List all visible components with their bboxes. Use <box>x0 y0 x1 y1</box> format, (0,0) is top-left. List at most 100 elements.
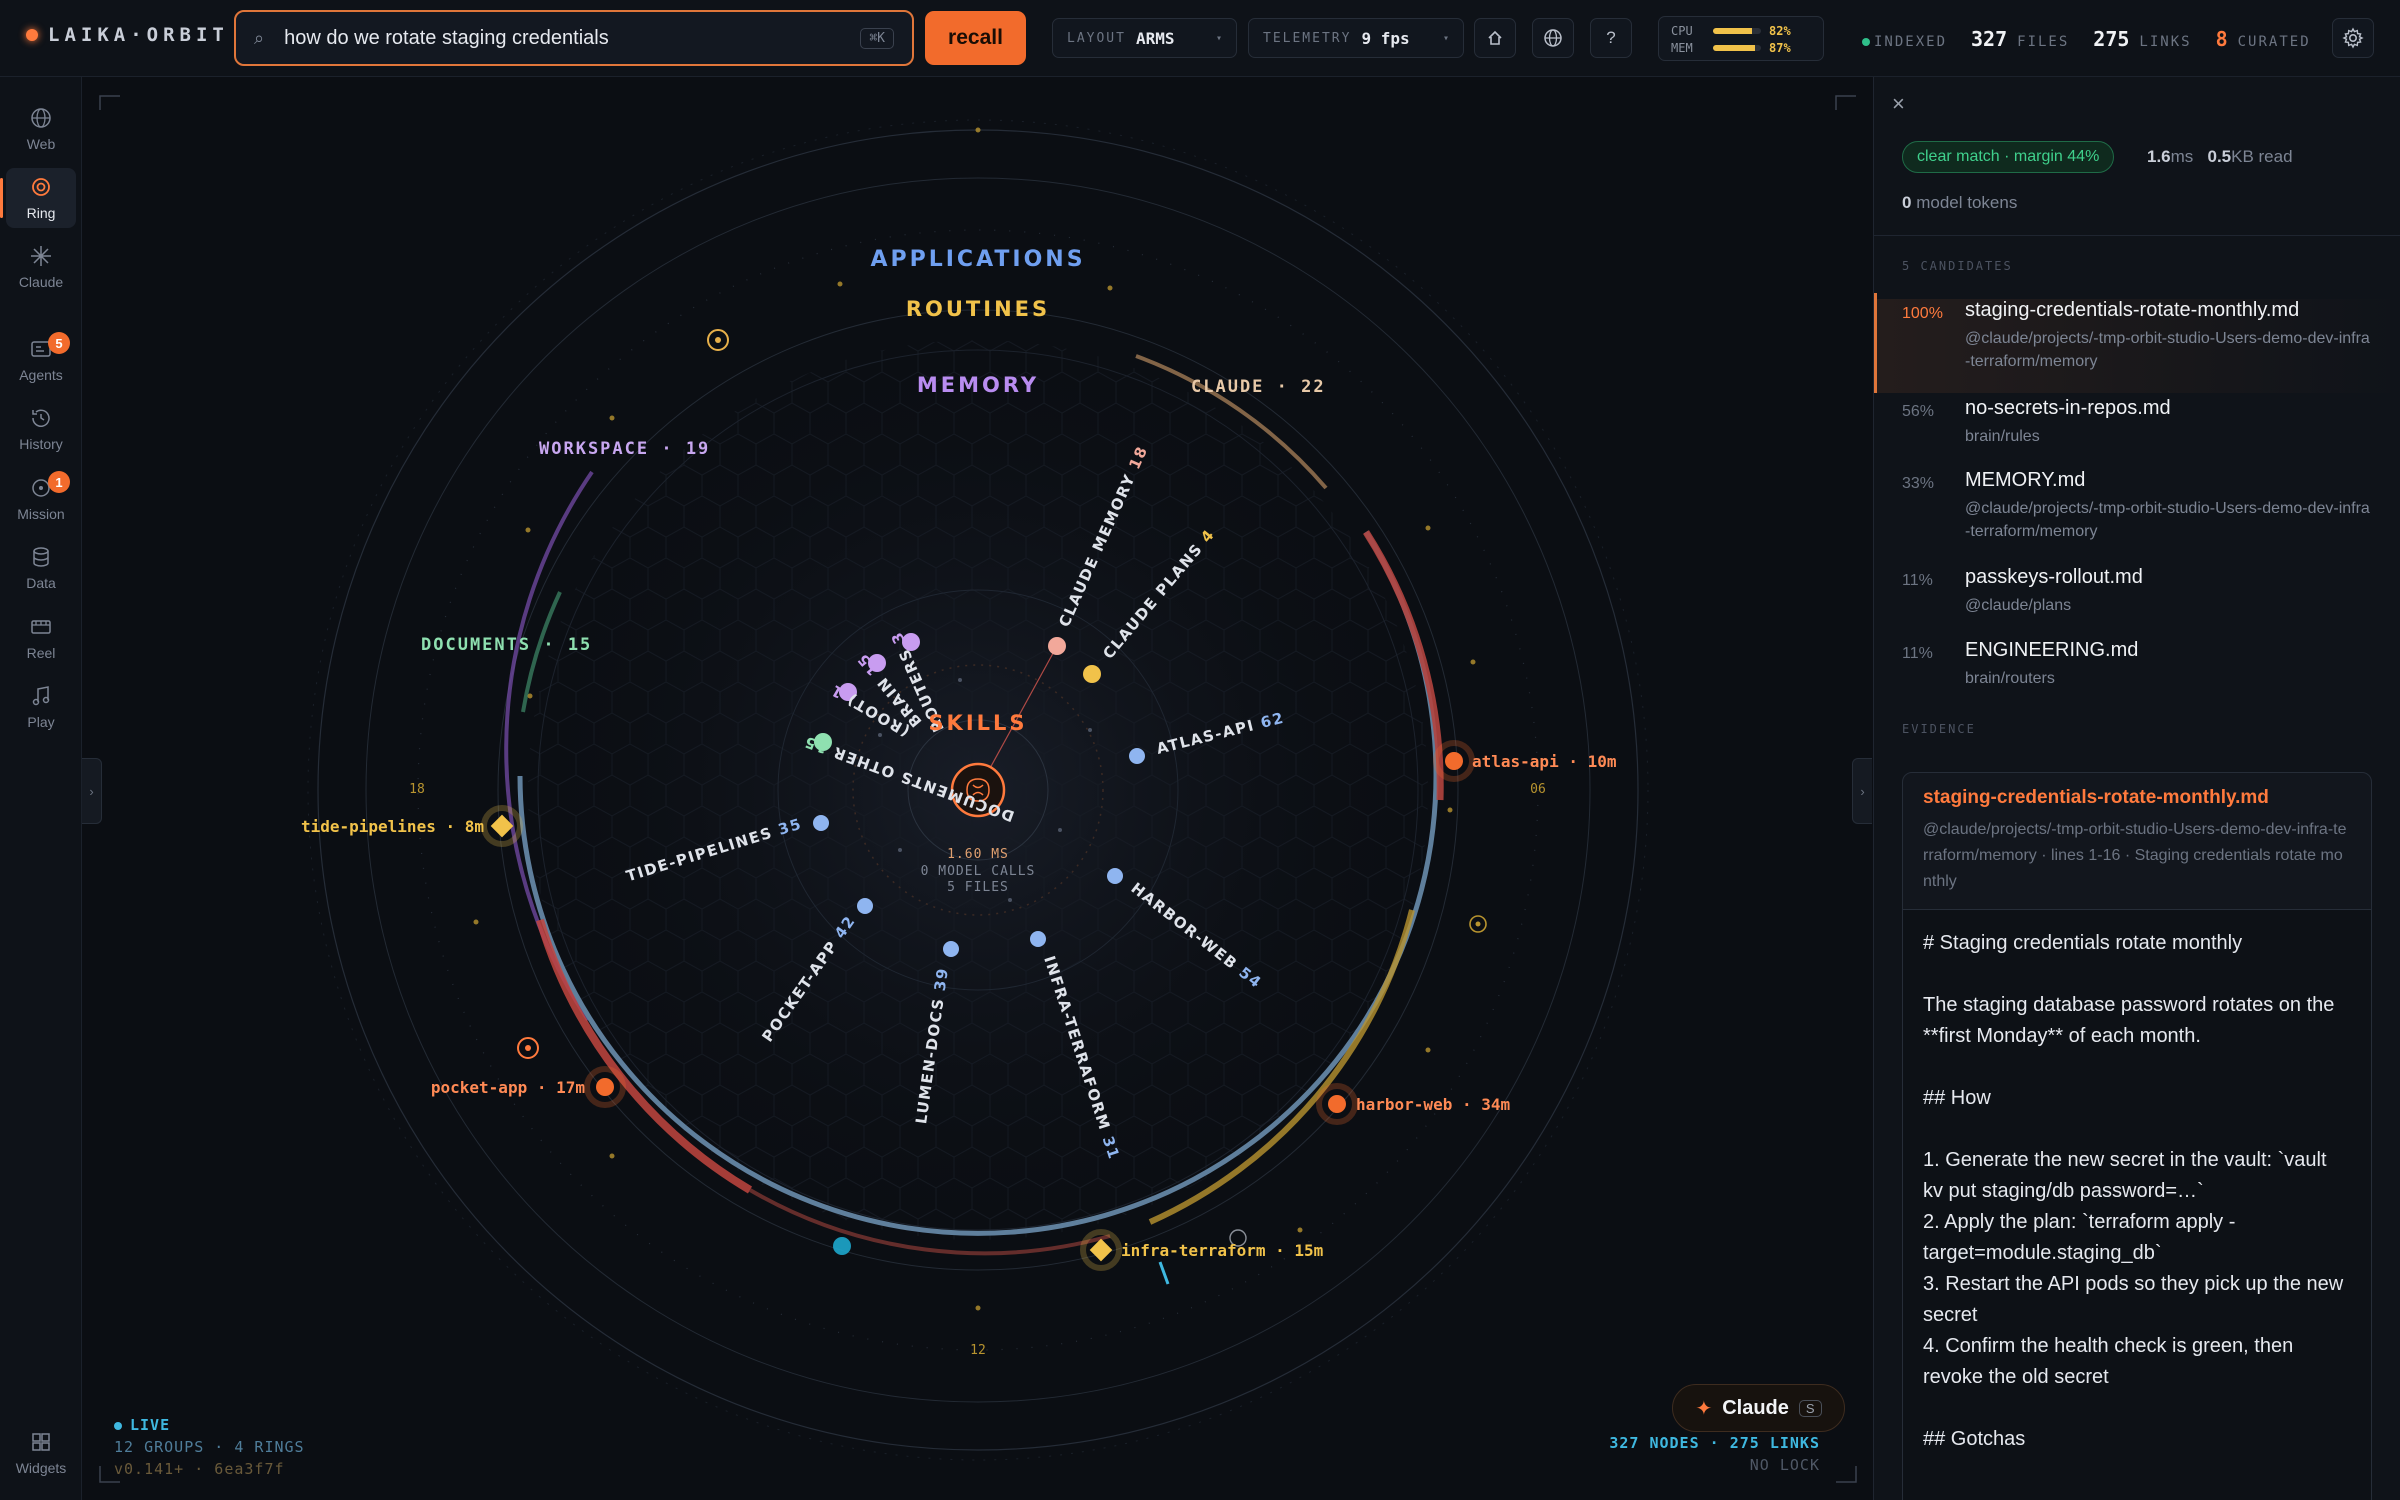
curated-label: CURATED <box>2237 34 2311 50</box>
claude-button[interactable]: ✦ Claude S <box>1672 1384 1845 1432</box>
candidate-score: 56% <box>1902 403 1935 420</box>
evidence-title[interactable]: staging-credentials-rotate-monthly.md <box>1923 787 2351 809</box>
telemetry-select[interactable]: TELEMETRY 9 fps ▾ <box>1248 18 1464 58</box>
help-button[interactable]: ? <box>1590 18 1632 58</box>
sidebar-item-web[interactable]: Web <box>6 99 76 159</box>
home-icon <box>1488 30 1502 45</box>
mem-bar <box>1713 44 1761 51</box>
node-infra-terraform[interactable] <box>1030 931 1046 947</box>
node-claude-plans[interactable] <box>1083 665 1101 683</box>
corner-bracket <box>1836 1466 1857 1483</box>
layout-value: ARMS <box>1135 28 1175 48</box>
globe-button[interactable] <box>1532 18 1574 58</box>
index-status: INDEXED <box>1862 34 1947 50</box>
brand[interactable]: LAIKA·ORBIT <box>26 24 229 46</box>
sidebar-item-label: Reel <box>26 645 56 661</box>
sidebar: Web Ring Claude Agents 5 History Mission… <box>0 77 82 1500</box>
gear-icon <box>2342 27 2364 49</box>
sidebar-item-agents[interactable]: Agents 5 <box>6 330 76 390</box>
candidate-item[interactable]: 100% staging-credentials-rotate-monthly.… <box>1874 293 2400 393</box>
node-claude-memory[interactable] <box>1048 637 1066 655</box>
home-button[interactable] <box>1474 18 1516 58</box>
close-icon[interactable]: × <box>1892 91 1905 117</box>
candidate-item[interactable]: 33% MEMORY.md @claude/projects/-tmp-orbi… <box>1874 469 2400 553</box>
evidence-card[interactable]: staging-credentials-rotate-monthly.md @c… <box>1902 772 2372 1500</box>
recall-button[interactable]: recall <box>925 11 1026 65</box>
node-tide-pipelines[interactable] <box>813 815 829 831</box>
index-status-label: INDEXED <box>1874 34 1948 50</box>
satellite-pocket-app[interactable] <box>596 1078 614 1096</box>
node-lumen-docs[interactable] <box>943 941 959 957</box>
evidence-line: The staging database password rotates on… <box>1923 994 2335 1047</box>
files-count: 327 <box>1971 27 2008 51</box>
core-files: 5 FILES <box>947 880 1009 895</box>
orbit-svg[interactable]: APPLICATIONS ROUTINES MEMORY WORKSPACE ·… <box>83 78 1873 1500</box>
layout-select[interactable]: LAYOUT ARMS ▾ <box>1052 18 1237 58</box>
cpu-row: CPU 82% <box>1671 22 1811 39</box>
hud-nodes: 327 NODES · 275 LINKS <box>1609 1434 1820 1452</box>
satellite-label-atlas-api: atlas-api · 10m <box>1472 752 1617 771</box>
sidebar-item-reel[interactable]: Reel <box>6 608 76 668</box>
globe-icon <box>31 108 51 128</box>
satellite-label-infra-terraform: infra-terraform · 15m <box>1121 1241 1324 1260</box>
claude-button-label: Claude <box>1722 1396 1789 1419</box>
candidate-score: 11% <box>1902 645 1933 662</box>
satellite-label-pocket-app: pocket-app · 17m <box>431 1078 585 1097</box>
sidebar-item-label: Ring <box>26 205 56 221</box>
sidebar-item-ring[interactable]: Ring <box>0 168 76 228</box>
core-latency: 1.60 MS <box>947 847 1009 862</box>
sparkle-icon: ✦ <box>1695 1397 1713 1420</box>
sidebar-item-play[interactable]: Play <box>6 677 76 737</box>
sidebar-item-widgets[interactable]: Widgets <box>6 1423 76 1483</box>
match-badge: clear match · margin 44% <box>1902 141 2115 173</box>
live-dot-icon <box>114 1422 122 1430</box>
ring-label-routines: ROUTINES <box>906 297 1050 321</box>
evidence-line: ## Gotchas <box>1923 1428 2026 1450</box>
timing-info: 1.6ms 0.5KB read <box>2147 147 2293 167</box>
chevron-down-icon: ▾ <box>1215 32 1222 44</box>
satellite-atlas-api[interactable] <box>1445 752 1463 770</box>
status-dot-icon <box>1862 38 1870 46</box>
sidebar-item-label: Agents <box>19 367 63 383</box>
orbit-marker[interactable] <box>833 1237 851 1255</box>
hud-lock: NO LOCK <box>1749 1456 1820 1474</box>
evidence-line: ## How <box>1923 1087 1991 1109</box>
search-box[interactable]: ⌕ ⌘K <box>234 10 914 66</box>
node-atlas-api[interactable] <box>1129 748 1145 764</box>
settings-button[interactable] <box>2332 18 2374 58</box>
cpu-label: CPU <box>1671 23 1693 38</box>
candidate-score: 100% <box>1902 305 1943 322</box>
group-label-workspace: WORKSPACE · 19 <box>539 439 710 459</box>
sidebar-item-mission[interactable]: Mission 1 <box>6 469 76 529</box>
sidebar-item-claude[interactable]: Claude <box>6 237 76 297</box>
chevron-down-icon: ▾ <box>1442 32 1449 44</box>
node-harbor-web[interactable] <box>1107 868 1123 884</box>
candidate-name: no-secrets-in-repos.md <box>1965 397 2171 419</box>
hud-graph-stats: 327 NODES · 275 LINKS NO LOCK <box>1570 1432 1820 1476</box>
satellite-harbor-web[interactable] <box>1328 1095 1346 1113</box>
sidebar-item-history[interactable]: History <box>6 399 76 459</box>
sidebar-item-label: Claude <box>18 274 64 290</box>
node-pocket-app[interactable] <box>857 898 873 914</box>
candidate-score: 11% <box>1902 572 1933 589</box>
candidate-name: passkeys-rollout.md <box>1965 566 2143 588</box>
candidate-item[interactable]: 56% no-secrets-in-repos.md brain/rules <box>1874 397 2400 457</box>
ring-label-applications: APPLICATIONS <box>870 247 1085 272</box>
search-input[interactable] <box>284 26 861 50</box>
read-value: 0.5 <box>2207 147 2232 166</box>
candidate-path: brain/rules <box>1965 428 2040 445</box>
links-label: LINKS <box>2139 34 2192 50</box>
files-label: FILES <box>2017 34 2070 50</box>
candidate-item[interactable]: 11% passkeys-rollout.md @claude/plans <box>1874 566 2400 626</box>
orbit-canvas[interactable]: APPLICATIONS ROUTINES MEMORY WORKSPACE ·… <box>83 78 1873 1500</box>
agents-badge: 5 <box>48 332 70 354</box>
sidebar-item-data[interactable]: Data <box>6 538 76 598</box>
candidate-item[interactable]: 11% ENGINEERING.md brain/routers <box>1874 639 2400 699</box>
telemetry-value: 9 fps <box>1361 28 1410 48</box>
sidebar-item-label: Play <box>27 714 55 730</box>
sidebar-item-label: Mission <box>17 506 65 522</box>
live-label: LIVE <box>130 1416 171 1434</box>
telemetry-label: TELEMETRY <box>1263 30 1352 46</box>
sidebar-item-label: Widgets <box>15 1460 67 1476</box>
satellite-label-tide-pipelines: tide-pipelines · 8m <box>301 817 484 836</box>
